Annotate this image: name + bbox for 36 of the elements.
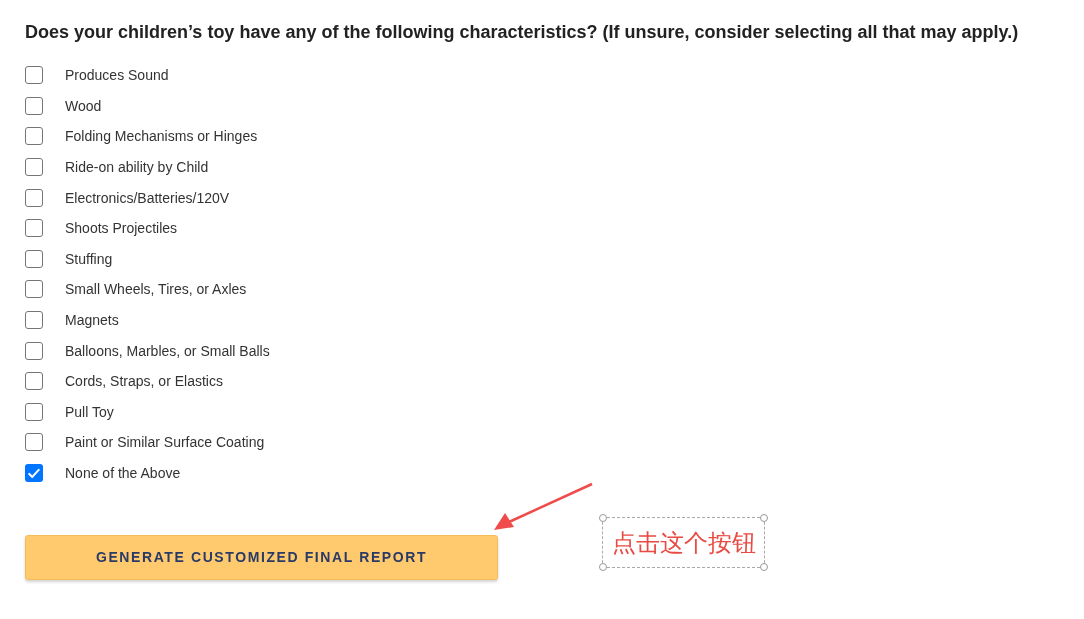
checkbox[interactable] [25, 402, 43, 421]
question-heading: Does your children’s toy have any of the following characteristics? (If unsure, consider selecting all that may apply.) [25, 21, 1020, 43]
option-label: Pull Toy [65, 402, 114, 421]
option-label: Produces Sound [65, 66, 169, 85]
checkbox[interactable] [25, 127, 43, 146]
checkbox[interactable] [25, 66, 43, 85]
checkbox[interactable] [25, 188, 43, 207]
check-icon [28, 467, 40, 479]
option-label: Balloons, Marbles, or Small Balls [65, 341, 270, 360]
checkbox[interactable] [25, 158, 43, 177]
checkbox[interactable] [25, 280, 43, 299]
checkbox[interactable] [25, 433, 43, 452]
checkbox[interactable] [25, 341, 43, 360]
option-label: Electronics/Batteries/120V [65, 188, 230, 207]
option-label: Stuffing [65, 249, 113, 268]
resize-handle-icon[interactable] [599, 563, 607, 571]
option-label: Ride-on ability by Child [65, 158, 209, 177]
resize-handle-icon[interactable] [760, 563, 768, 571]
option-label: Folding Mechanisms or Hinges [65, 127, 258, 146]
checkbox[interactable] [25, 464, 43, 482]
resize-handle-icon[interactable] [599, 514, 607, 522]
generate-report-button[interactable]: GENERATE CUSTOMIZED FINAL REPORT [25, 535, 498, 581]
checkbox[interactable] [25, 249, 43, 268]
option-label: Shoots Projectiles [65, 219, 178, 238]
option-label: Wood [65, 96, 102, 115]
option-label: None of the Above [65, 464, 181, 482]
option-label: Cords, Straps, or Elastics [65, 372, 223, 391]
option-label: Magnets [65, 311, 119, 330]
checkbox[interactable] [25, 96, 43, 115]
resize-handle-icon[interactable] [760, 514, 768, 522]
checkbox[interactable] [25, 372, 43, 391]
option-label: Small Wheels, Tires, or Axles [65, 280, 247, 299]
checkbox[interactable] [25, 311, 43, 330]
option-label: Paint or Similar Surface Coating [65, 433, 265, 452]
checkbox[interactable] [25, 219, 43, 238]
annotation-text: 点击这个按钮 [611, 528, 756, 557]
